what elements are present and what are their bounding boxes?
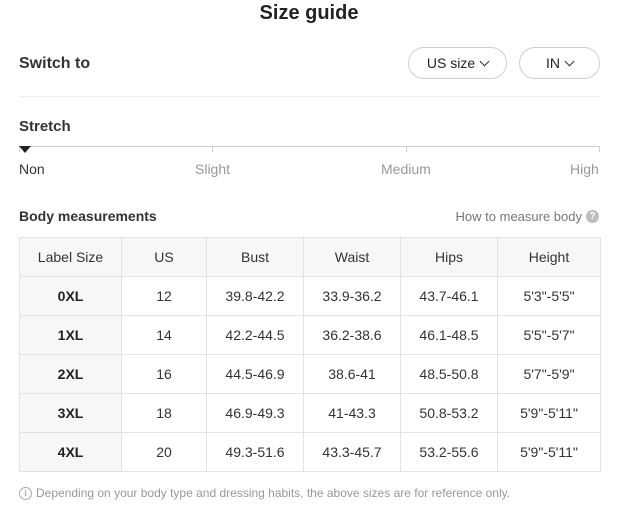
unit-value: IN <box>546 55 560 71</box>
table-cell: 36.2-38.6 <box>303 315 401 355</box>
label-size-cell: 3XL <box>19 393 122 433</box>
how-to-measure-label: How to measure body <box>455 209 582 224</box>
stretch-marker-icon <box>19 146 31 153</box>
column-header: Hips <box>400 237 498 277</box>
table-cell: 14 <box>121 315 207 355</box>
info-icon: i <box>19 486 32 500</box>
table-cell: 5'9"-5'11" <box>497 432 601 472</box>
table-cell: 50.8-53.2 <box>400 393 498 433</box>
reference-note: i Depending on your body type and dressi… <box>19 486 510 500</box>
table-cell: 41-43.3 <box>303 393 401 433</box>
size-table: Label Size US Bust Waist Hips Height 0XL… <box>19 237 601 472</box>
table-cell: 43.7-46.1 <box>400 276 498 316</box>
column-header: Bust <box>206 237 304 277</box>
stretch-tick <box>406 146 407 152</box>
table-cell: 20 <box>121 432 207 472</box>
table-cell: 39.8-42.2 <box>206 276 304 316</box>
page-title: Size guide <box>259 2 359 24</box>
table-cell: 53.2-55.6 <box>400 432 498 472</box>
stretch-tick <box>599 146 600 152</box>
table-cell: 33.9-36.2 <box>303 276 401 316</box>
unit-dropdown[interactable]: IN <box>519 47 600 79</box>
chevron-down-icon <box>479 56 490 66</box>
table-cell: 5'5"-5'7" <box>497 315 601 355</box>
label-size-cell: 1XL <box>19 315 122 355</box>
table-cell: 48.5-50.8 <box>400 354 498 394</box>
label-size-cell: 0XL <box>19 276 122 316</box>
size-system-value: US size <box>426 55 476 71</box>
table-cell: 46.1-48.5 <box>400 315 498 355</box>
stretch-level-high: High <box>570 161 599 177</box>
switch-to-label: Switch to <box>19 55 91 72</box>
table-cell: 42.2-44.5 <box>206 315 304 355</box>
table-row: 3XL 18 46.9-49.3 41-43.3 50.8-53.2 5'9"-… <box>19 393 601 433</box>
table-cell: 43.3-45.7 <box>303 432 401 472</box>
table-cell: 44.5-46.9 <box>206 354 304 394</box>
stretch-level-slight: Slight <box>195 161 231 177</box>
chevron-down-icon <box>564 56 575 66</box>
size-system-dropdown[interactable]: US size <box>408 47 507 79</box>
stretch-title: Stretch <box>19 118 71 135</box>
stretch-tick <box>212 146 213 152</box>
table-row: 4XL 20 49.3-51.6 43.3-45.7 53.2-55.6 5'9… <box>19 432 601 472</box>
stretch-level-non: Non <box>19 161 45 177</box>
stretch-scale <box>19 146 600 147</box>
body-measurements-title: Body measurements <box>19 208 157 224</box>
divider <box>19 96 600 97</box>
column-header: Waist <box>303 237 401 277</box>
table-row: 1XL 14 42.2-44.5 36.2-38.6 46.1-48.5 5'5… <box>19 315 601 355</box>
question-icon: ? <box>586 210 599 223</box>
table-cell: 18 <box>121 393 207 433</box>
stretch-level-medium: Medium <box>381 161 431 177</box>
label-size-cell: 2XL <box>19 354 122 394</box>
column-header: Label Size <box>19 237 122 277</box>
table-header-row: Label Size US Bust Waist Hips Height <box>19 237 601 277</box>
table-cell: 16 <box>121 354 207 394</box>
table-cell: 46.9-49.3 <box>206 393 304 433</box>
table-cell: 5'7"-5'9" <box>497 354 601 394</box>
table-cell: 38.6-41 <box>303 354 401 394</box>
table-row: 0XL 12 39.8-42.2 33.9-36.2 43.7-46.1 5'3… <box>19 276 601 316</box>
reference-note-text: Depending on your body type and dressing… <box>36 486 511 500</box>
column-header: US <box>121 237 207 277</box>
label-size-cell: 4XL <box>19 432 122 472</box>
table-cell: 12 <box>121 276 207 316</box>
table-cell: 5'9"-5'11" <box>497 393 601 433</box>
switch-row: Switch to US size IN <box>19 47 600 81</box>
column-header: Height <box>497 237 601 277</box>
table-row: 2XL 16 44.5-46.9 38.6-41 48.5-50.8 5'7"-… <box>19 354 601 394</box>
table-cell: 5'3"-5'5" <box>497 276 601 316</box>
table-cell: 49.3-51.6 <box>206 432 304 472</box>
how-to-measure-link[interactable]: How to measure body ? <box>456 209 599 224</box>
